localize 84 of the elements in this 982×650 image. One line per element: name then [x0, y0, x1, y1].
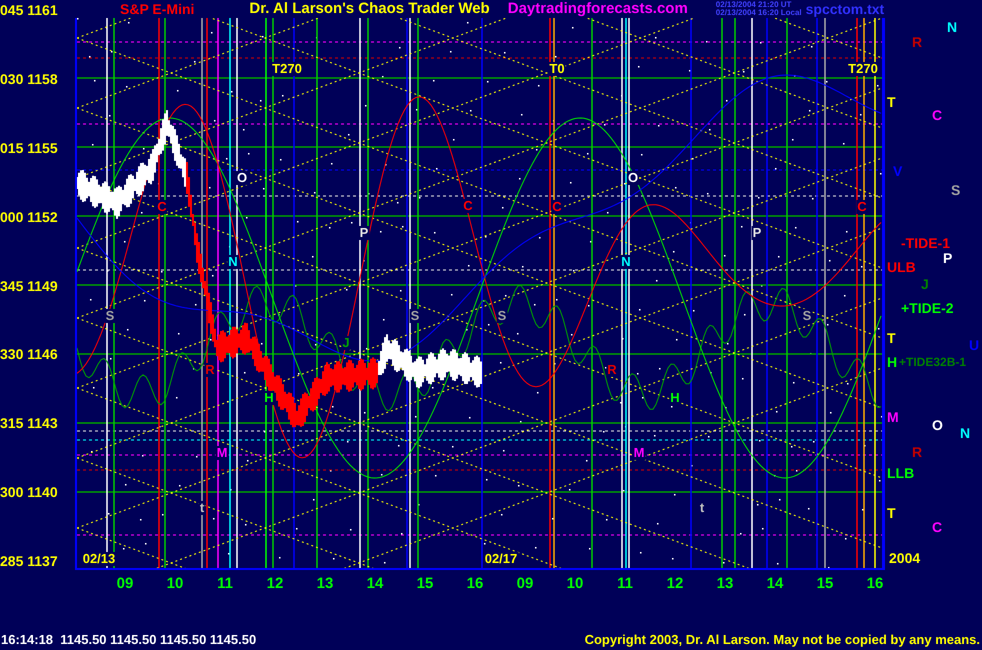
chart-label: S — [496, 309, 508, 323]
site-link[interactable]: Daytradingforecasts.com — [508, 0, 688, 18]
chart-label: t — [198, 501, 206, 515]
line-label: 2004 — [889, 551, 920, 565]
line-label: N — [947, 20, 958, 34]
chart-label: O — [626, 171, 640, 185]
quote-text: 16:14:18 1145.50 1145.50 1145.50 1145.50 — [1, 632, 256, 647]
site-title: Dr. Al Larson's Chaos Trader Web — [249, 0, 490, 18]
chart-label: 02/17 — [484, 552, 518, 566]
timestamp: 02/13/2004 16:20 Local — [716, 9, 802, 17]
chart-label: C — [156, 200, 168, 214]
chart-label: R — [606, 363, 618, 377]
file-name: spcctom.txt — [806, 0, 884, 18]
line-label: J — [921, 277, 929, 291]
hour-label: 16 — [466, 574, 484, 592]
timestamp: 02/13/2004 21:20 UT — [716, 1, 792, 9]
hour-label: 10 — [166, 574, 184, 592]
chart-label: O — [236, 171, 248, 185]
chart-label: T270 — [271, 62, 303, 76]
chart-label: P — [358, 226, 370, 240]
hour-label: 11 — [616, 574, 634, 592]
line-label: N — [960, 426, 970, 440]
hour-label: 11 — [216, 574, 234, 592]
hour-label: 12 — [266, 574, 284, 592]
line-label: +TIDE32B-1 — [899, 355, 966, 369]
price-axis-label: 030 1158 — [0, 70, 59, 88]
chart-label: M — [216, 446, 228, 460]
chart-label: H — [263, 391, 275, 405]
price-axis-label: 285 1137 — [0, 552, 59, 570]
chart-label: t — [698, 501, 706, 515]
chart-label: C — [856, 200, 868, 214]
price-axis-label: 000 1152 — [0, 208, 59, 226]
line-label: M — [887, 410, 899, 424]
chart-label: J — [341, 336, 351, 350]
price-axis-label: 330 1146 — [0, 345, 59, 364]
chart-label: C — [462, 199, 474, 213]
price-axis-label: 345 1149 — [0, 276, 59, 294]
line-label: O — [932, 418, 943, 432]
chart-label: S — [802, 309, 812, 323]
hour-label: 14 — [366, 574, 384, 592]
line-label: V — [893, 164, 902, 178]
chart-label: T270 — [847, 62, 879, 76]
chart-label: S — [410, 309, 420, 323]
line-label: LLB — [887, 466, 914, 480]
line-label: T — [887, 506, 896, 520]
price-axis-label: 045 1161 — [0, 1, 59, 19]
hour-label: 09 — [516, 574, 534, 592]
line-label: +TIDE-2 — [901, 301, 954, 315]
line-label: R — [912, 445, 922, 459]
chart-label: N — [620, 255, 632, 269]
hour-label: 15 — [416, 574, 434, 592]
line-label: ULB — [887, 260, 916, 274]
chart-label: 02/13 — [82, 552, 116, 566]
price-axis-label: 015 1155 — [0, 138, 59, 157]
chart-label: S — [104, 309, 116, 323]
line-label: C — [932, 108, 942, 122]
hour-label: 13 — [716, 574, 734, 592]
chart-label: H — [669, 391, 681, 405]
line-label: H — [887, 355, 898, 369]
line-label: R — [912, 35, 922, 49]
chart-label: N — [227, 255, 239, 269]
line-label: U — [969, 338, 980, 352]
line-label: C — [932, 520, 942, 534]
hour-label: 13 — [316, 574, 334, 592]
line-label: P — [943, 251, 952, 265]
line-label: T — [887, 331, 896, 345]
hour-label: 16 — [866, 574, 884, 592]
hour-label: 14 — [766, 574, 784, 592]
chart-label: T0 — [548, 62, 566, 76]
copyright-text: Copyright 2003, Dr. Al Larson. May not be copied by any means. — [584, 632, 980, 647]
chart-label: C — [551, 200, 563, 214]
symbol-title: S&P E-Mini — [120, 0, 194, 18]
price-axis-label: 300 1140 — [0, 483, 59, 502]
line-label: -TIDE-1 — [901, 236, 950, 250]
chart-label: M — [632, 446, 646, 460]
chart-label: P — [752, 226, 762, 240]
hour-label: 15 — [816, 574, 834, 592]
line-label: S — [951, 183, 960, 197]
hour-label: 09 — [116, 574, 134, 592]
hour-label: 10 — [566, 574, 584, 592]
line-label: T — [887, 95, 896, 109]
chart-label: R — [204, 363, 216, 377]
hour-label: 12 — [666, 574, 684, 592]
price-axis-label: 315 1143 — [0, 414, 59, 432]
